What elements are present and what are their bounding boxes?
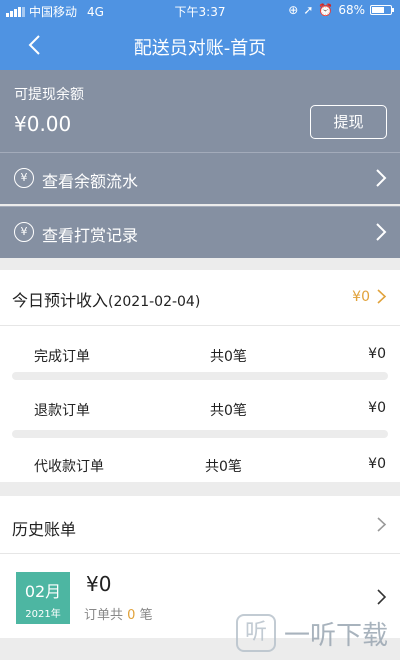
location-icon: ➚ bbox=[303, 3, 314, 17]
count-suffix: 笔 bbox=[139, 608, 153, 623]
balance-amount: ¥0.00 bbox=[14, 112, 72, 136]
order-type-label: 完成订单 bbox=[34, 349, 90, 365]
history-title: 历史账单 bbox=[12, 520, 77, 539]
order-amount: ¥0 bbox=[368, 346, 386, 362]
tip-record-link[interactable]: ¥ 查看打赏记录 bbox=[0, 206, 400, 258]
watermark: 听 一听下载 bbox=[236, 614, 388, 652]
today-income-card: 今日预计收入(2021-02-04) ¥0 完成订单 共0笔 ¥0 退款订单 共… bbox=[0, 270, 400, 482]
status-right: ⊕ ➚ ⏰ 68% bbox=[288, 3, 394, 17]
today-date: (2021-02-04) bbox=[108, 294, 201, 310]
bill-amount: ¥0 bbox=[86, 572, 112, 596]
order-count: 共0笔 bbox=[205, 459, 242, 475]
order-amount: ¥0 bbox=[368, 400, 386, 416]
today-income-header[interactable]: 今日预计收入(2021-02-04) ¥0 bbox=[0, 270, 400, 326]
chevron-right-icon bbox=[377, 589, 387, 605]
status-bar: 中国移动 4G 下午3:37 ⊕ ➚ ⏰ 68% bbox=[0, 0, 400, 22]
chevron-right-icon bbox=[377, 517, 387, 532]
order-count: 共0笔 bbox=[210, 403, 247, 419]
balance-panel: 可提现余额 ¥0.00 提现 bbox=[0, 70, 400, 152]
yen-icon: ¥ bbox=[14, 168, 34, 188]
history-bill-header[interactable]: 历史账单 bbox=[0, 496, 400, 554]
alarm-icon: ⏰ bbox=[318, 3, 334, 17]
page-title: 配送员对账-首页 bbox=[133, 38, 267, 59]
lock-rotation-icon: ⊕ bbox=[288, 3, 299, 17]
bill-month: 02月 bbox=[24, 582, 62, 601]
bill-year: 2021年 bbox=[25, 609, 61, 620]
yen-icon: ¥ bbox=[14, 222, 34, 242]
chevron-right-icon bbox=[377, 289, 387, 304]
row-divider-bar bbox=[12, 372, 388, 380]
chevron-right-icon bbox=[376, 169, 387, 187]
battery-icon bbox=[370, 5, 394, 15]
row-divider-bar bbox=[12, 430, 388, 438]
tip-record-label: 查看打赏记录 bbox=[42, 226, 139, 245]
bill-order-count: 订单共 0 笔 bbox=[84, 604, 153, 623]
battery-fill bbox=[372, 7, 385, 13]
order-type-label: 代收款订单 bbox=[34, 459, 104, 475]
withdraw-button[interactable]: 提现 bbox=[310, 105, 387, 139]
today-income-amount: ¥0 bbox=[352, 289, 370, 305]
watermark-logo: 听 bbox=[236, 614, 276, 652]
balance-flow-link[interactable]: ¥ 查看余额流水 bbox=[0, 152, 400, 204]
order-row-collection: 代收款订单 共0笔 ¥0 bbox=[0, 438, 400, 482]
balance-flow-label: 查看余额流水 bbox=[42, 172, 139, 191]
today-income-title: 今日预计收入(2021-02-04) bbox=[12, 287, 200, 311]
battery-percent: 68% bbox=[338, 3, 365, 17]
balance-label: 可提现余额 bbox=[14, 87, 84, 103]
watermark-text: 一听下载 bbox=[284, 620, 389, 651]
month-badge: 02月 2021年 bbox=[16, 572, 70, 624]
count-number: 0 bbox=[127, 608, 136, 623]
order-type-label: 退款订单 bbox=[34, 403, 90, 419]
nav-bar: 配送员对账-首页 bbox=[0, 22, 400, 70]
order-amount: ¥0 bbox=[368, 456, 386, 472]
chevron-right-icon bbox=[376, 223, 387, 241]
today-title-text: 今日预计收入 bbox=[12, 291, 109, 310]
count-prefix: 订单共 bbox=[84, 608, 124, 623]
order-count: 共0笔 bbox=[210, 349, 247, 365]
